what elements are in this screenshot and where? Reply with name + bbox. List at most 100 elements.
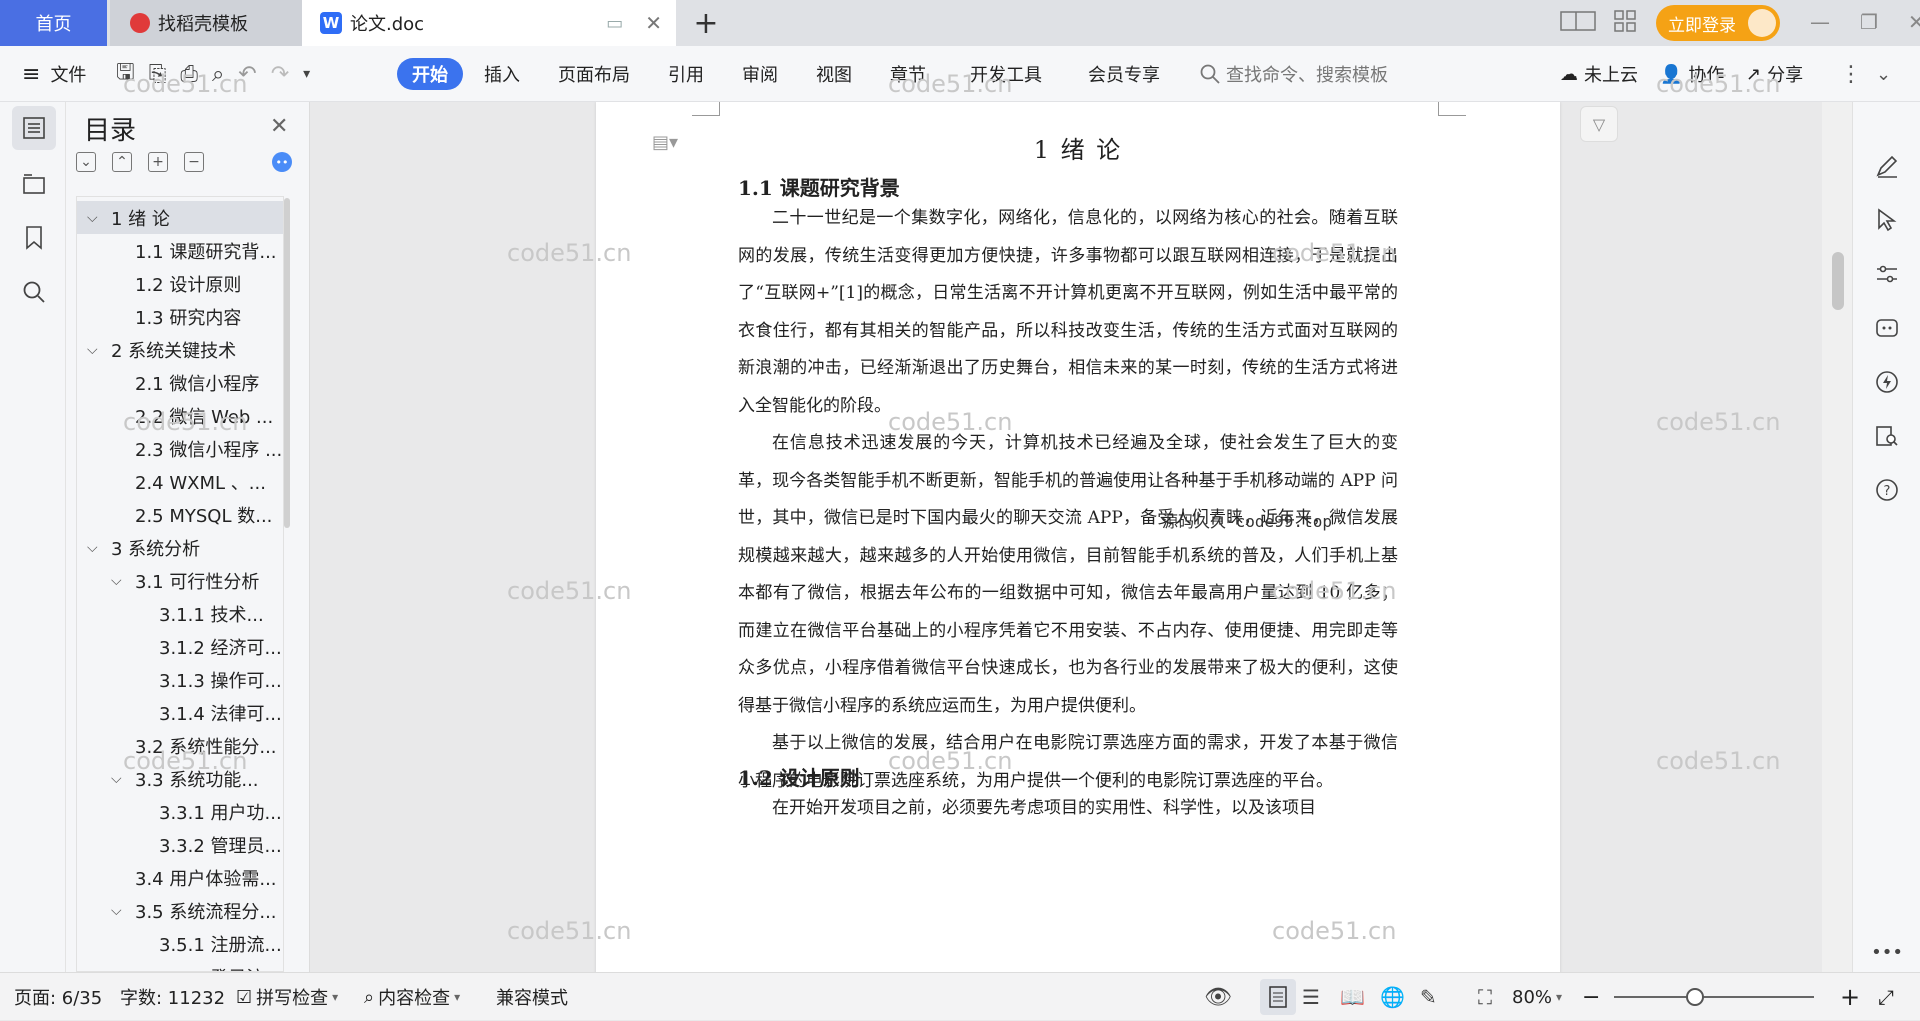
content-check[interactable]: ⌕ 内容检查 ▾ (364, 973, 460, 1021)
minimize-icon[interactable]: — (1810, 10, 1830, 34)
toc-item[interactable]: 1.3 研究内容 (77, 300, 283, 333)
toc-item[interactable]: 2.1 微信小程序 (77, 366, 283, 399)
document-page[interactable]: ▤▾ 1 绪 论 1.1 课题研究背景 二十一世纪是一个集数字化，网络化，信息化… (596, 102, 1560, 972)
toc-item[interactable]: 3.1.3 操作可... (77, 663, 283, 696)
remove-heading-icon[interactable]: − (184, 152, 204, 172)
toc-item[interactable]: 1.2 设计原则 (77, 267, 283, 300)
expand-up-icon[interactable]: ⌃ (112, 152, 132, 172)
save-icon[interactable]: 🖫 (116, 55, 135, 93)
pin-window-icon[interactable]: ▭ (606, 13, 623, 34)
print-icon[interactable]: ⎙ (180, 62, 198, 87)
page-view-icon[interactable] (1260, 979, 1296, 1015)
more-options-icon[interactable]: ⋮ (1840, 46, 1862, 102)
chevron-down-icon[interactable]: ⌵ (87, 210, 103, 226)
ribbon-tab-view[interactable]: 视图 (816, 46, 852, 102)
toc-item[interactable]: ⌵ 3.3 系统功能... (77, 762, 283, 795)
toc-item[interactable]: ⌵ 3 系统分析 (77, 531, 283, 564)
share-button[interactable]: ↗ 分享 (1746, 46, 1803, 102)
find-icon[interactable] (12, 270, 56, 314)
navigation-icon[interactable] (12, 162, 56, 206)
restore-icon[interactable]: ❐ (1860, 10, 1878, 34)
toc-item[interactable]: ⌵ 3.5 系统流程分... (77, 894, 283, 927)
print-preview-icon[interactable]: ⌕ (212, 62, 224, 87)
apps-grid-icon[interactable] (1614, 10, 1636, 32)
toc-item[interactable]: 2.5 MYSQL 数... (77, 498, 283, 531)
add-heading-icon[interactable]: + (148, 152, 168, 172)
lightning-icon[interactable] (1873, 368, 1901, 396)
vertical-scrollbar[interactable] (1822, 102, 1852, 972)
collapse-ribbon-icon[interactable]: ⌄ (1876, 46, 1891, 102)
chevron-down-icon[interactable]: ⌵ (111, 903, 127, 919)
toc-item[interactable]: 3.1.2 经济可... (77, 630, 283, 663)
web-view-icon[interactable]: 🌐 (1380, 973, 1405, 1021)
toc-item[interactable]: 3.5.2 登录流... (77, 960, 283, 972)
toc-item[interactable]: 3.3.1 用户功... (77, 795, 283, 828)
toc-panel-icon[interactable] (12, 106, 56, 150)
word-count[interactable]: 字数: 11232 (120, 973, 225, 1021)
toc-item[interactable]: 1.1 课题研究背... (77, 234, 283, 267)
close-toc-icon[interactable]: ✕ (270, 114, 288, 139)
login-button[interactable]: 立即登录 (1656, 5, 1780, 41)
spell-check[interactable]: ☑ 拼写检查 ▾ (236, 973, 338, 1021)
chevron-down-icon[interactable]: ⌵ (87, 342, 103, 358)
redo-icon[interactable]: ↷ (271, 62, 289, 87)
export-icon[interactable]: ⎘ (149, 62, 167, 87)
new-tab-button[interactable]: + (686, 0, 726, 46)
close-tab-icon[interactable]: ✕ (645, 11, 662, 35)
file-menu[interactable]: ≡ 文件 (22, 46, 86, 102)
page-indicator[interactable]: 页面: 6/35 (14, 973, 102, 1021)
chevron-down-icon[interactable]: ⌵ (111, 771, 127, 787)
toc-item[interactable]: ⌵ 1 绪 论 (77, 201, 283, 234)
toc-item[interactable]: 3.2 系统性能分... (77, 729, 283, 762)
layout-toggle-icon[interactable] (1560, 10, 1596, 32)
write-mode-icon[interactable]: ✎ (1420, 973, 1437, 1021)
ai-assistant-icon[interactable] (1873, 314, 1901, 342)
tab-home[interactable]: 首页 (0, 0, 107, 46)
toc-item[interactable]: ⌵ 2 系统关键技术 (77, 333, 283, 366)
cursor-icon[interactable] (1873, 206, 1901, 234)
pen-icon[interactable] (1873, 152, 1901, 180)
toc-item[interactable]: 3.4 用户体验需... (77, 861, 283, 894)
zoom-out-icon[interactable]: − (1582, 973, 1600, 1021)
zoom-slider[interactable] (1614, 996, 1814, 998)
toc-item[interactable]: 2.2 微信 Web ... (77, 399, 283, 432)
undo-icon[interactable]: ↶ (238, 62, 256, 87)
chevron-down-icon[interactable]: ⌵ (87, 540, 103, 556)
ribbon-tab-layout[interactable]: 页面布局 (558, 46, 630, 102)
help-icon[interactable]: ? (1873, 476, 1901, 504)
ribbon-tab-chapter[interactable]: 章节 (890, 46, 926, 102)
fit-page-icon[interactable]: ⛶ (1478, 973, 1492, 1021)
zoom-in-icon[interactable]: + (1840, 973, 1860, 1021)
chevron-down-icon[interactable]: ⌵ (111, 573, 127, 589)
toc-scrollbar[interactable] (284, 198, 290, 528)
toc-item[interactable]: 3.3.2 管理员... (77, 828, 283, 861)
ribbon-tab-review[interactable]: 审阅 (742, 46, 778, 102)
collapse-all-icon[interactable]: ⌄ (76, 152, 96, 172)
smart-toc-icon[interactable]: •• (272, 152, 292, 172)
fullscreen-icon[interactable]: ⤢ (1878, 973, 1894, 1021)
tab-document[interactable]: W 论文.doc ▭ ✕ (302, 0, 676, 46)
toc-item[interactable]: 2.4 WXML 、... (77, 465, 283, 498)
toc-item[interactable]: 3.1.1 技术... (77, 597, 283, 630)
adjust-icon[interactable] (1873, 260, 1901, 288)
zoom-level[interactable]: 80% ▾ (1512, 973, 1562, 1021)
cloud-status[interactable]: ☁ 未上云 (1560, 46, 1638, 102)
filter-icon[interactable]: ▽ (1580, 106, 1618, 142)
outline-view-icon[interactable]: ☰ (1302, 973, 1320, 1021)
tab-find-template[interactable]: 找稻壳模板 (110, 0, 302, 46)
toc-item[interactable]: 3.5.1 注册流... (77, 927, 283, 960)
bookmark-icon[interactable] (12, 216, 56, 260)
ribbon-tab-start[interactable]: 开始 (397, 58, 463, 90)
more-panels-icon[interactable]: ••• (1871, 938, 1903, 966)
collab-button[interactable]: 👤 协作 (1660, 46, 1724, 102)
eye-protection-icon[interactable]: 👁 (1204, 973, 1232, 1021)
close-window-icon[interactable]: ✕ (1908, 10, 1920, 34)
book-search-icon[interactable] (1873, 422, 1901, 450)
zoom-slider-knob[interactable] (1686, 988, 1704, 1006)
reading-view-icon[interactable]: 📖 (1340, 973, 1365, 1021)
scrollbar-thumb[interactable] (1832, 252, 1844, 310)
toc-item[interactable]: ⌵ 3.1 可行性分析 (77, 564, 283, 597)
toc-item[interactable]: 2.3 微信小程序 ... (77, 432, 283, 465)
ribbon-tab-developer[interactable]: 开发工具 (970, 46, 1042, 102)
command-search[interactable]: 查找命令、搜索模板 (1200, 46, 1388, 102)
